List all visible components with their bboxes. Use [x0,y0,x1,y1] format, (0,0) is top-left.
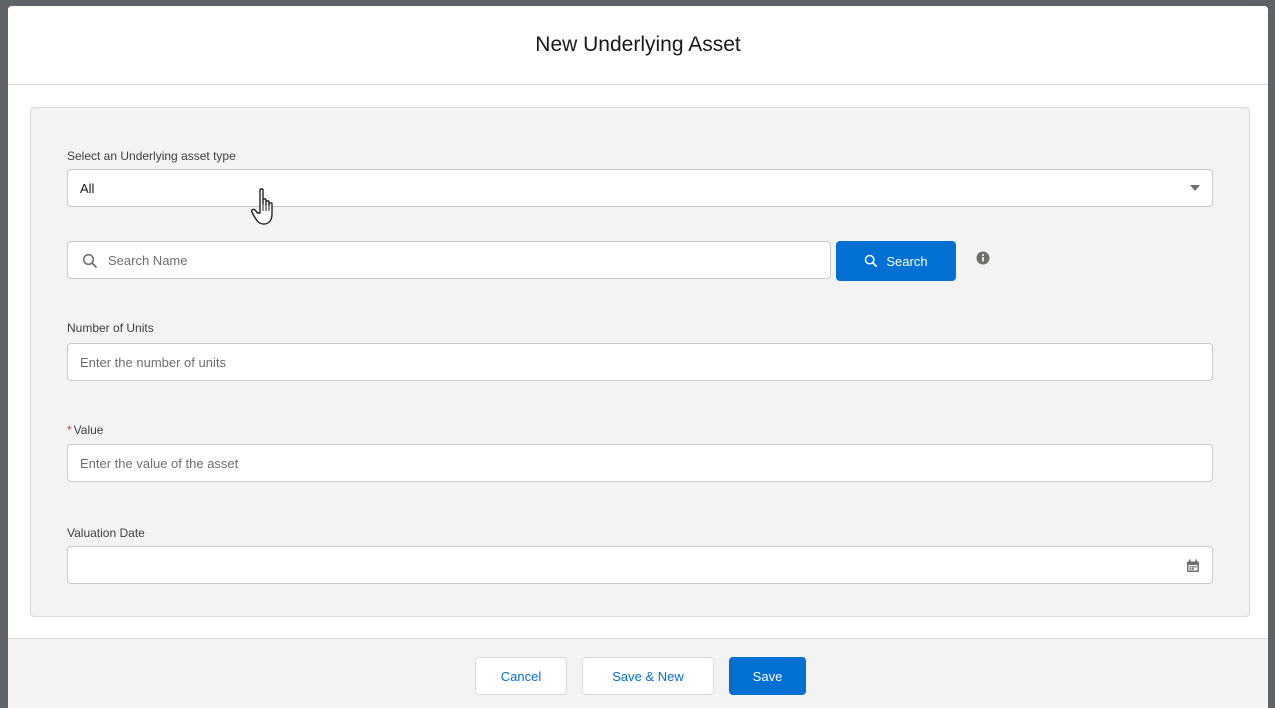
value-input[interactable]: Enter the value of the asset [67,444,1213,482]
form-panel: Select an Underlying asset type All Sear… [30,107,1250,617]
asset-type-select[interactable]: All [67,169,1213,207]
modal-title: New Underlying Asset [535,33,741,56]
chevron-down-icon [1190,185,1200,191]
modal-header: New Underlying Asset [8,6,1268,85]
required-marker: * [67,423,72,437]
value-label: * Value [67,423,103,437]
modal-footer: Cancel Save & New Save [8,638,1268,708]
save-button[interactable]: Save [729,657,806,695]
search-placeholder: Search Name [108,252,188,268]
hand-cursor-icon [251,188,273,225]
value-label-text: Value [73,423,104,437]
asset-type-label: Select an Underlying asset type [67,149,236,163]
search-input[interactable]: Search Name [67,241,831,279]
modal-body: Select an Underlying asset type All Sear… [8,85,1268,638]
modal: New Underlying Asset Select an Underlyin… [8,6,1268,708]
cancel-button[interactable]: Cancel [475,657,567,695]
valuation-date-input[interactable] [67,546,1213,584]
valuation-date-label: Valuation Date [67,526,145,540]
save-and-new-button[interactable]: Save & New [582,657,714,695]
search-button[interactable]: Search [836,241,956,281]
units-placeholder: Enter the number of units [80,354,226,370]
search-icon [864,254,878,268]
asset-type-value: All [80,180,95,196]
units-label: Number of Units [67,321,154,335]
value-placeholder: Enter the value of the asset [80,455,239,471]
units-input[interactable]: Enter the number of units [67,343,1213,381]
search-button-label: Search [886,253,928,269]
calendar-icon[interactable] [1186,559,1200,573]
info-icon[interactable] [976,251,990,265]
search-icon [82,253,98,269]
